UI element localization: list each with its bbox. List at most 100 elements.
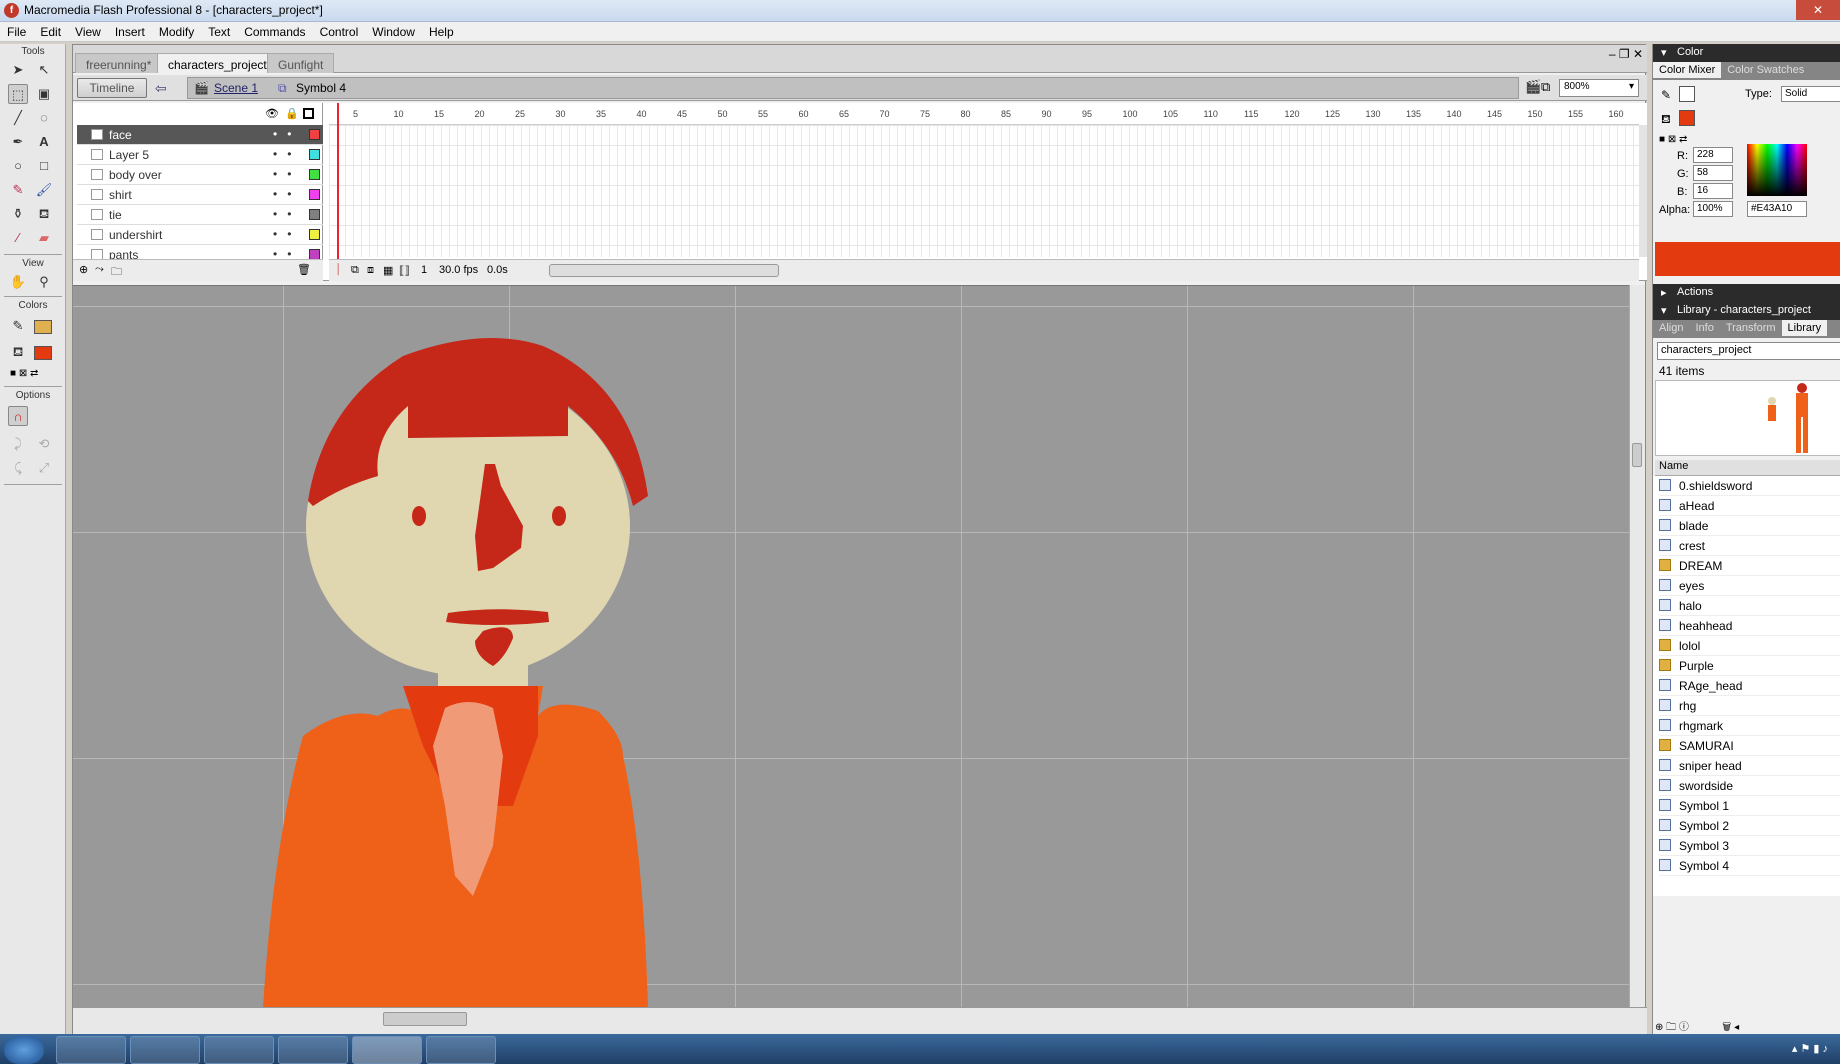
tab-info[interactable]: Info xyxy=(1689,320,1719,336)
playhead[interactable] xyxy=(337,103,339,281)
library-item[interactable]: halo xyxy=(1659,596,1840,616)
layer-outline-color[interactable] xyxy=(309,189,320,200)
taskbar-explorer[interactable] xyxy=(56,1036,126,1064)
library-panel-header[interactable]: ▾ Library - characters_project xyxy=(1653,302,1840,320)
timeline-vscrollbar[interactable] xyxy=(1639,125,1647,257)
taskbar-apps[interactable] xyxy=(278,1036,348,1064)
taskbar-flash[interactable] xyxy=(352,1036,422,1064)
layer-row[interactable]: shirt •• xyxy=(77,185,323,205)
library-item[interactable]: RAge_head xyxy=(1659,676,1840,696)
menu-edit[interactable]: Edit xyxy=(33,22,68,39)
tab-library[interactable]: Library xyxy=(1781,320,1828,336)
brush-tool-icon[interactable]: 🖌 xyxy=(34,180,54,200)
paint-bucket-tool-icon[interactable]: ⛾ xyxy=(34,204,54,224)
g-input[interactable]: 58 xyxy=(1693,165,1733,181)
taskbar-skype[interactable] xyxy=(426,1036,496,1064)
edit-symbol-icon[interactable]: ⧉ xyxy=(1541,79,1550,95)
stage-hscrollbar[interactable] xyxy=(73,1007,1647,1035)
layer-outline-color[interactable] xyxy=(309,149,320,160)
timeline-hscrollbar[interactable] xyxy=(549,264,779,277)
doc-tab-gunfight[interactable]: Gunfight xyxy=(267,53,335,73)
menu-view[interactable]: View xyxy=(68,22,108,39)
layer-visibility-lock[interactable]: •• xyxy=(273,207,301,221)
library-item[interactable]: swordside xyxy=(1659,776,1840,796)
edit-scene-icon[interactable]: 🎬 xyxy=(1525,79,1541,95)
hex-input[interactable]: #E43A10 xyxy=(1747,201,1807,217)
library-item[interactable]: sniper head xyxy=(1659,756,1840,776)
doc-tab-freerunning[interactable]: freerunning* xyxy=(75,53,163,73)
lock-icon[interactable]: 🔒 xyxy=(285,107,299,120)
text-tool-icon[interactable]: A xyxy=(34,132,54,152)
library-item[interactable]: DREAM xyxy=(1659,556,1840,576)
scene-link[interactable]: Scene 1 xyxy=(214,81,258,95)
stage-vscrollbar[interactable] xyxy=(1629,285,1645,1007)
library-item[interactable]: heahhead xyxy=(1659,616,1840,636)
color-mode-icons[interactable]: ■ ⊠ ⇄ xyxy=(1659,134,1687,145)
zoom-select[interactable]: 800% ▾ xyxy=(1559,79,1639,97)
layer-row[interactable]: tie •• xyxy=(77,205,323,225)
menu-text[interactable]: Text xyxy=(201,22,237,39)
free-transform-tool-icon[interactable]: ⬚ xyxy=(8,84,28,104)
tab-color-mixer[interactable]: Color Mixer xyxy=(1653,62,1722,78)
library-item[interactable]: SAMURAI xyxy=(1659,736,1840,756)
eraser-tool-icon[interactable]: ▰ xyxy=(34,228,54,248)
frame-ruler[interactable]: 5 10 15 20 25 30 35 40 45 50 55 60 65 70 75 80 85 90 95 100… xyxy=(329,103,1639,125)
modify-onion-markers-icon[interactable]: ⟦⟧ xyxy=(399,264,410,277)
hscroll-thumb[interactable] xyxy=(383,1012,467,1026)
library-item[interactable]: 0.shieldsword xyxy=(1659,476,1840,496)
timeline-toggle-button[interactable]: Timeline xyxy=(77,78,147,98)
eye-icon[interactable]: 👁 xyxy=(265,107,279,120)
library-item[interactable]: crest xyxy=(1659,536,1840,556)
fill-color-icon[interactable]: ⛾ xyxy=(8,342,28,362)
start-button[interactable] xyxy=(4,1036,44,1064)
center-frame-icon[interactable]: ⏐ xyxy=(335,264,341,277)
type-select[interactable]: Solid xyxy=(1781,86,1840,102)
layer-visibility-lock[interactable]: •• xyxy=(273,187,301,201)
layer-outline-color[interactable] xyxy=(309,169,320,180)
menu-insert[interactable]: Insert xyxy=(108,22,152,39)
insert-folder-icon[interactable]: 🗀 xyxy=(111,263,122,282)
library-item[interactable]: Purple xyxy=(1659,656,1840,676)
doc-window-controls[interactable]: – ❐ ✕ xyxy=(1609,47,1643,61)
back-arrow-icon[interactable]: ⇦ xyxy=(155,80,167,97)
line-tool-icon[interactable]: ╱ xyxy=(8,108,28,128)
layer-row[interactable]: undershirt •• xyxy=(77,225,323,245)
library-item[interactable]: aHead xyxy=(1659,496,1840,516)
onion-skin-icon[interactable]: ⧉ xyxy=(351,264,359,277)
arrow-tool-icon[interactable]: ➤ xyxy=(8,60,28,80)
color-panel-header[interactable]: ▾ Color xyxy=(1653,44,1840,62)
system-tray-icons[interactable]: ▴ ⚑ ▮ ♪ xyxy=(1792,1042,1828,1055)
stroke-color-icon[interactable]: ✎ xyxy=(8,316,28,336)
menu-modify[interactable]: Modify xyxy=(152,22,201,39)
outline-icon[interactable] xyxy=(303,108,314,119)
layer-visibility-lock[interactable]: •• xyxy=(273,167,301,181)
subselect-tool-icon[interactable]: ↖ xyxy=(34,60,54,80)
layer-visibility-lock[interactable]: •• xyxy=(273,227,301,241)
menu-help[interactable]: Help xyxy=(422,22,461,39)
taskbar-chrome[interactable] xyxy=(204,1036,274,1064)
stroke-none-swatch[interactable] xyxy=(1679,86,1695,102)
add-motion-guide-icon[interactable]: ⤳ xyxy=(95,263,104,276)
tab-color-swatches[interactable]: Color Swatches xyxy=(1721,62,1810,78)
layer-row[interactable]: body over •• xyxy=(77,165,323,185)
snap-to-objects-icon[interactable]: ∩ xyxy=(8,406,28,426)
menu-file[interactable]: File xyxy=(0,22,33,39)
library-item[interactable]: Symbol 3 xyxy=(1659,836,1840,856)
frame-grid[interactable] xyxy=(329,125,1639,257)
pencil-tool-icon[interactable]: ✎ xyxy=(8,180,28,200)
menu-control[interactable]: Control xyxy=(313,22,366,39)
library-item[interactable]: rhgmark xyxy=(1659,716,1840,736)
library-item[interactable]: Symbol 4 xyxy=(1659,856,1840,876)
library-item[interactable]: eyes xyxy=(1659,576,1840,596)
library-item[interactable]: Symbol 1 xyxy=(1659,796,1840,816)
ink-bottle-tool-icon[interactable]: ⚱ xyxy=(8,204,28,224)
zoom-tool-icon[interactable]: ⚲ xyxy=(34,272,54,292)
alpha-input[interactable]: 100% xyxy=(1693,201,1733,217)
layer-outline-color[interactable] xyxy=(309,229,320,240)
insert-layer-icon[interactable]: ⊕ xyxy=(79,263,88,276)
layer-visibility-lock[interactable]: •• xyxy=(273,147,301,161)
tab-align[interactable]: Align xyxy=(1653,320,1689,336)
rectangle-tool-icon[interactable]: □ xyxy=(34,156,54,176)
r-input[interactable]: 228 xyxy=(1693,147,1733,163)
tab-transform[interactable]: Transform xyxy=(1720,320,1782,336)
